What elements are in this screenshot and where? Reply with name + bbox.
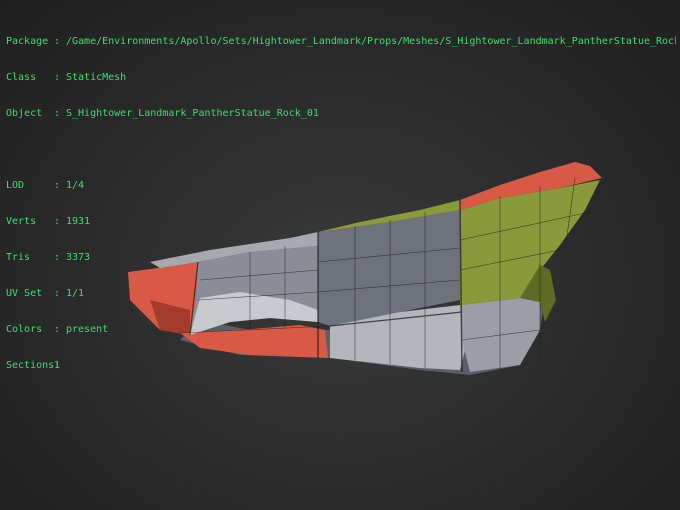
package-row: Package: /Game/Environments/Apollo/Sets/H… (6, 36, 676, 48)
mesh-info-overlay: Package: /Game/Environments/Apollo/Sets/H… (6, 12, 676, 384)
object-label: Object (6, 108, 43, 119)
colors-row: Colors: present (6, 324, 676, 336)
verts-value: 1931 (66, 216, 91, 227)
sections-label: Sections: (6, 360, 67, 371)
package-value: /Game/Environments/Apollo/Sets/Hightower… (66, 36, 676, 47)
verts-row: Verts:1931 (6, 216, 676, 228)
separator: : (54, 180, 61, 191)
sections-row: Sections: 1 (6, 360, 676, 372)
colors-label: Colors (6, 324, 43, 335)
uvset-value: 1/1 (66, 288, 85, 299)
class-value: StaticMesh (66, 72, 127, 83)
separator: : (54, 108, 61, 119)
uvset-label: UV Set (6, 288, 43, 299)
separator: : (54, 324, 61, 335)
sections-value: 1 (54, 360, 61, 371)
lod-label: LOD (6, 180, 25, 191)
object-row: Object: S_Hightower_Landmark_PantherStatu… (6, 108, 676, 120)
verts-label: Verts (6, 216, 37, 227)
separator: : (54, 36, 61, 47)
tris-value: 3373 (66, 252, 91, 263)
class-label: Class (6, 72, 37, 83)
lod-row: LOD:1/4 (6, 180, 676, 192)
colors-value: present (66, 324, 109, 335)
separator: : (54, 252, 61, 263)
separator: : (54, 72, 61, 83)
package-label: Package (6, 36, 49, 47)
lod-value: 1/4 (66, 180, 85, 191)
tris-row: Tris:3373 (6, 252, 676, 264)
class-row: Class: StaticMesh (6, 72, 676, 84)
uvset-row: UV Set:1/1 (6, 288, 676, 300)
separator: : (54, 216, 61, 227)
separator: : (54, 288, 61, 299)
object-value: S_Hightower_Landmark_PantherStatue_Rock_… (66, 108, 319, 119)
tris-label: Tris (6, 252, 31, 263)
